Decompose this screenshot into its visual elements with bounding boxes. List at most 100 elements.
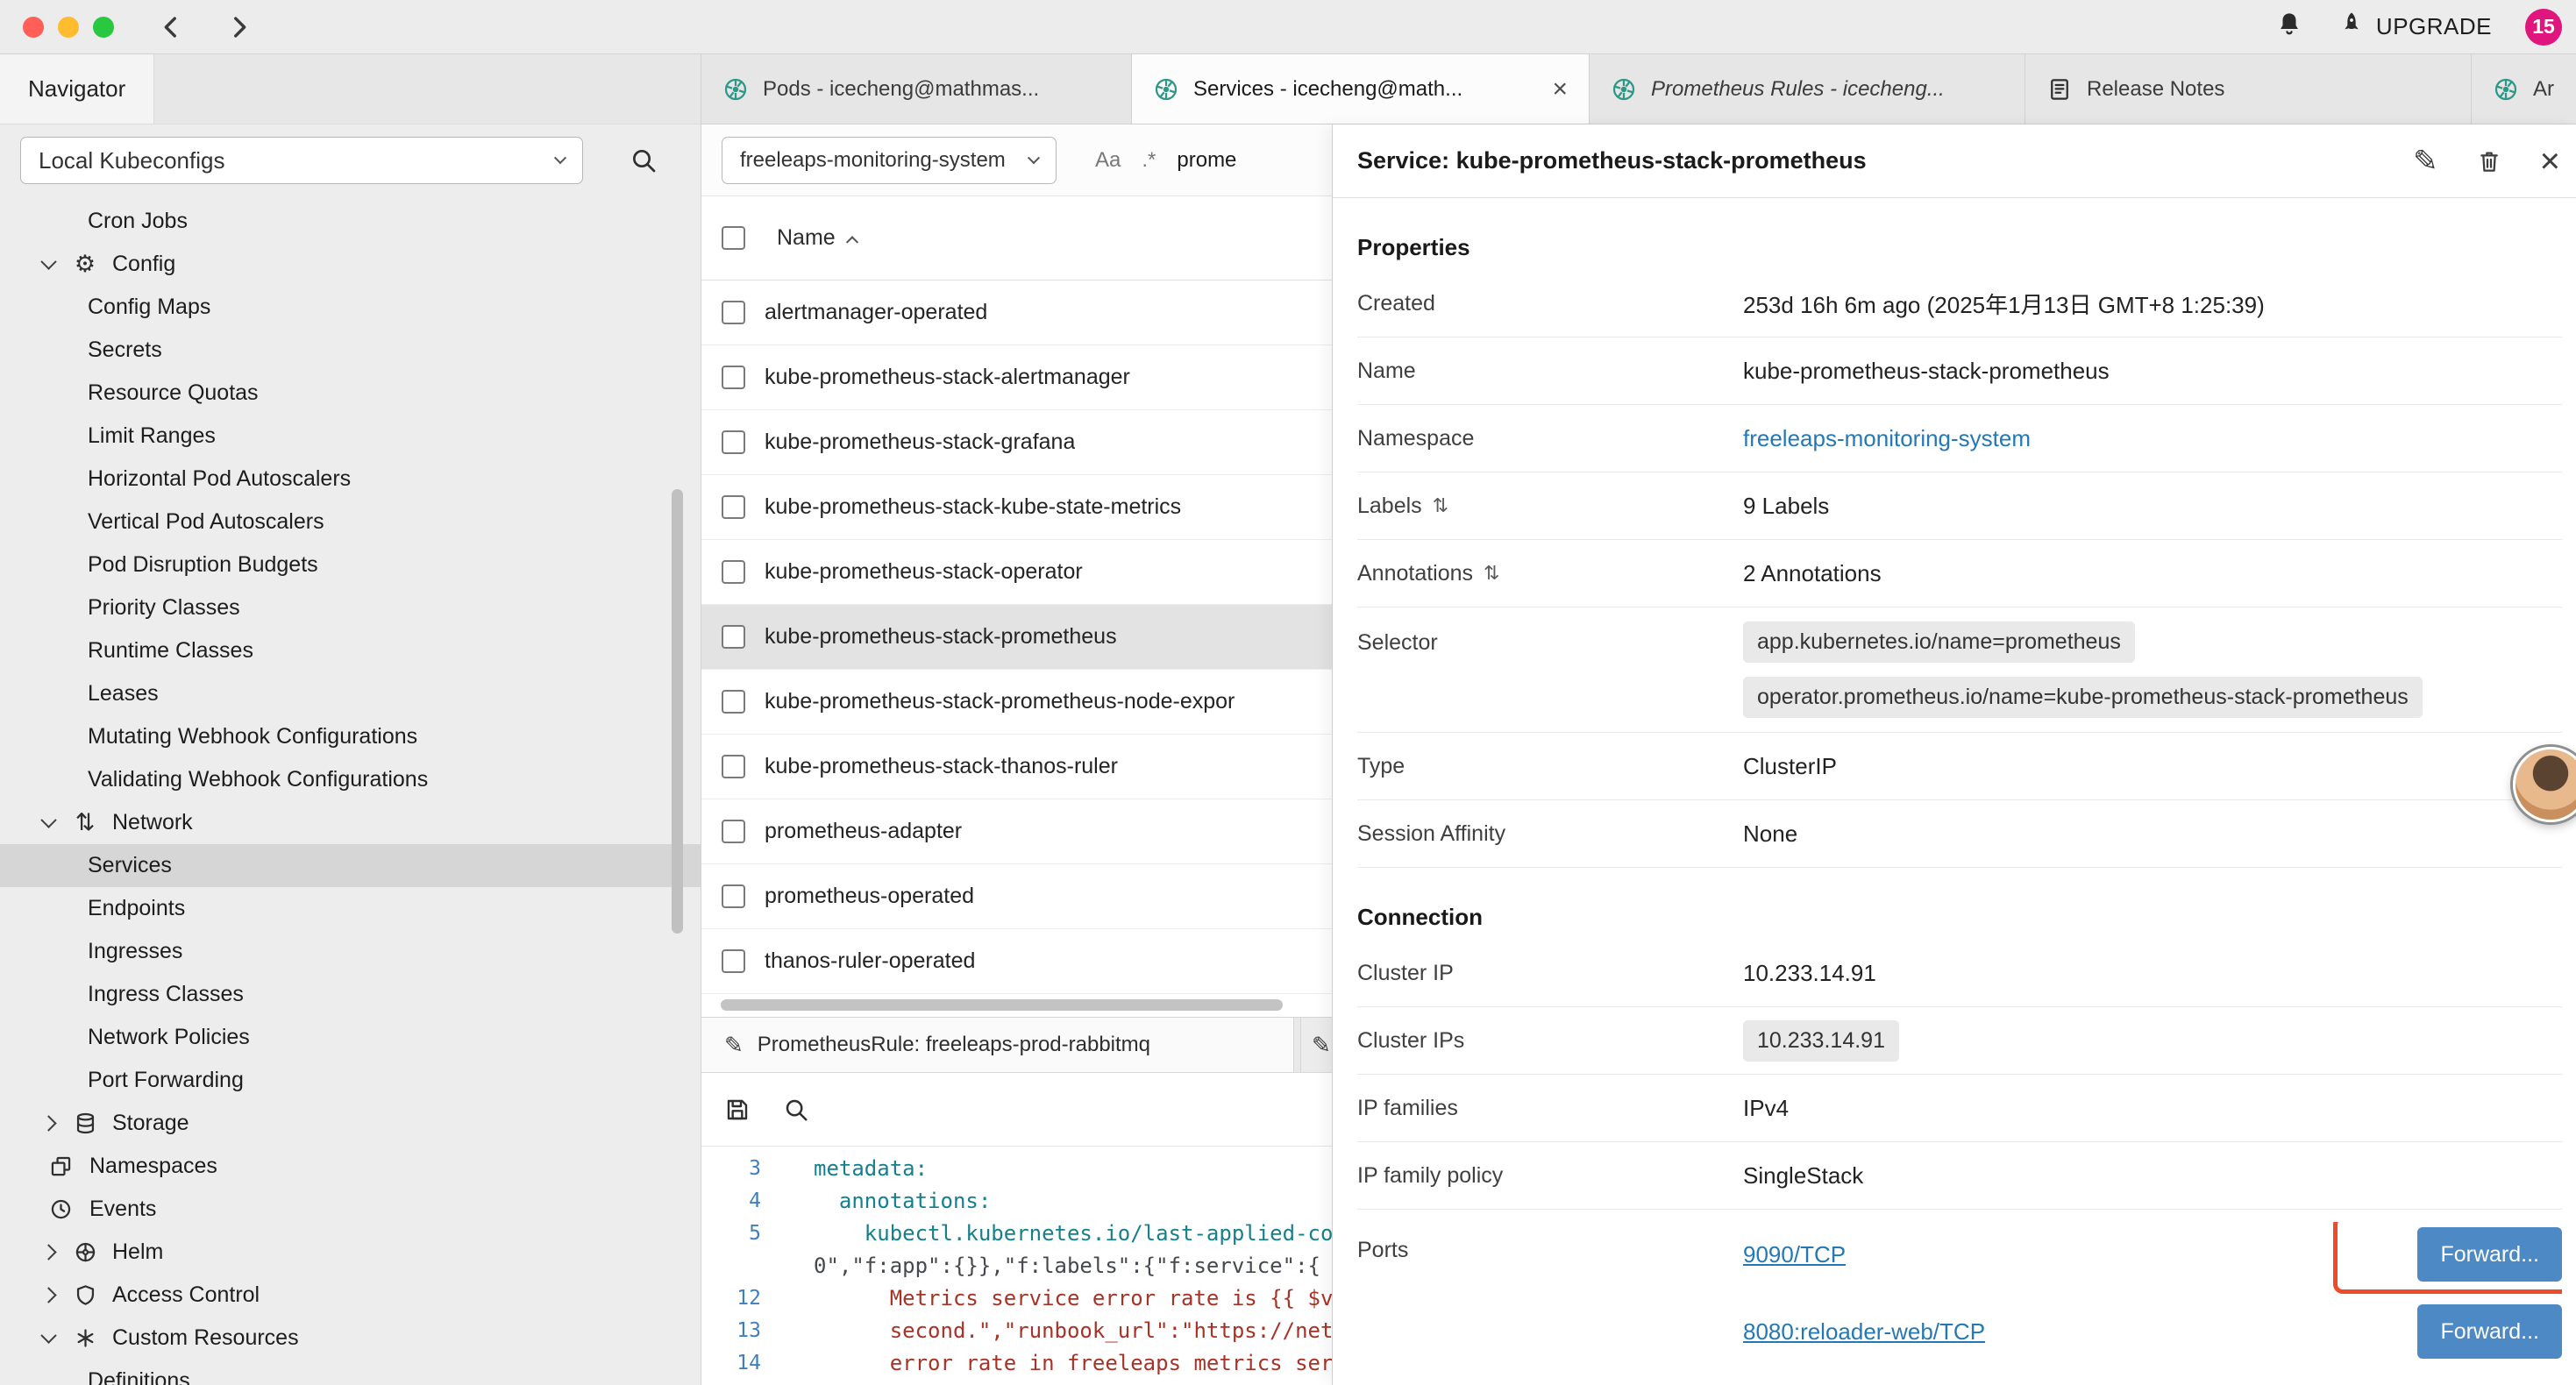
close-icon[interactable]: × xyxy=(1552,76,1568,103)
editor-line: 13 second.","runbook_url":"https://net xyxy=(701,1314,1332,1346)
sidebar-item-ingress-classes[interactable]: Ingress Classes xyxy=(0,973,701,1016)
sidebar-item-access-control[interactable]: Access Control xyxy=(0,1274,701,1317)
table-row[interactable]: kube-prometheus-stack-operator xyxy=(701,540,1332,605)
sidebar-item-network[interactable]: ⇅Network xyxy=(0,801,701,844)
row-checkbox[interactable] xyxy=(722,690,745,714)
sidebar-item-storage[interactable]: Storage xyxy=(0,1102,701,1145)
sidebar-item-definitions[interactable]: Definitions xyxy=(0,1360,701,1385)
custom-resources-icon xyxy=(70,1326,100,1350)
table-row[interactable]: kube-prometheus-stack-thanos-ruler xyxy=(701,735,1332,799)
table-row[interactable]: prometheus-operated xyxy=(701,864,1332,929)
back-button[interactable] xyxy=(156,12,186,42)
table-row[interactable]: kube-prometheus-stack-prometheus-node-ex… xyxy=(701,670,1332,735)
gear-icon: ⚙ xyxy=(70,251,100,278)
forward-button[interactable]: Forward... xyxy=(2417,1227,2562,1282)
table-search-input[interactable]: Aa .* prome xyxy=(1095,148,1236,173)
sidebar-item-cron-jobs[interactable]: Cron Jobs xyxy=(0,200,701,243)
port-link[interactable]: 9090/TCP xyxy=(1743,1241,1846,1268)
minimize-window-button[interactable] xyxy=(58,17,79,38)
table-row[interactable]: alertmanager-operated xyxy=(701,281,1332,345)
bell-icon[interactable] xyxy=(2274,9,2304,45)
sidebar-item-priority-classes[interactable]: Priority Classes xyxy=(0,586,701,629)
table-row[interactable]: thanos-ruler-operated xyxy=(701,929,1332,994)
row-checkbox[interactable] xyxy=(722,301,745,324)
sidebar-item-services[interactable]: Services xyxy=(0,844,701,887)
upgrade-button[interactable]: UPGRADE xyxy=(2338,10,2492,44)
chevron-down-icon xyxy=(554,152,566,164)
column-name[interactable]: Name xyxy=(777,225,836,251)
sidebar-item-custom-resources[interactable]: Custom Resources xyxy=(0,1317,701,1360)
sidebar-item-validating-webhook-configurations[interactable]: Validating Webhook Configurations xyxy=(0,758,701,801)
horizontal-scrollbar[interactable] xyxy=(701,994,1332,1017)
dock-tab-prometheusrule[interactable]: ✎ PrometheusRule: freeleaps-prod-rabbitm… xyxy=(701,1018,1294,1072)
row-checkbox[interactable] xyxy=(722,755,745,778)
row-checkbox[interactable] xyxy=(722,430,745,454)
cluster-ip-badge: 10.233.14.91 xyxy=(1743,1020,1899,1062)
sidebar-item-helm[interactable]: Helm xyxy=(0,1231,701,1274)
table-row[interactable]: prometheus-adapter xyxy=(701,799,1332,864)
row-checkbox[interactable] xyxy=(722,884,745,908)
line-number: 14 xyxy=(701,1352,780,1374)
sidebar-item-ingresses[interactable]: Ingresses xyxy=(0,930,701,973)
delete-button[interactable] xyxy=(2475,147,2503,175)
sidebar-search-button[interactable] xyxy=(630,146,658,174)
tab-prometheus-rules[interactable]: Prometheus Rules - icecheng... xyxy=(1590,54,2025,124)
editor-search-button[interactable] xyxy=(783,1097,809,1123)
namespace-select[interactable]: freeleaps-monitoring-system xyxy=(722,137,1057,184)
namespace-link[interactable]: freeleaps-monitoring-system xyxy=(1743,425,2031,451)
editor-line: 4 annotations: xyxy=(701,1184,1332,1217)
table-row[interactable]: kube-prometheus-stack-alertmanager xyxy=(701,345,1332,410)
match-case-toggle[interactable]: Aa xyxy=(1095,148,1121,173)
tab-services[interactable]: Services - icecheng@math... × xyxy=(1132,54,1590,124)
forward-button[interactable]: Forward... xyxy=(2417,1304,2562,1359)
sidebar-item-mutating-webhook-configurations[interactable]: Mutating Webhook Configurations xyxy=(0,715,701,758)
forward-button[interactable] xyxy=(224,12,254,42)
sidebar-scrollbar[interactable] xyxy=(672,489,683,934)
yaml-editor[interactable]: 3metadata: 4 annotations: 5 kubectl.kube… xyxy=(701,1147,1332,1385)
sidebar-item-namespaces[interactable]: Namespaces xyxy=(0,1145,701,1188)
port-link[interactable]: 8080:reloader-web/TCP xyxy=(1743,1318,1985,1346)
tab-release-notes[interactable]: Release Notes xyxy=(2025,54,2472,124)
regex-toggle[interactable]: .* xyxy=(1142,148,1156,173)
select-all-checkbox[interactable] xyxy=(722,226,745,250)
sidebar-item-pod-disruption-budgets[interactable]: Pod Disruption Budgets xyxy=(0,543,701,586)
sidebar-item-leases[interactable]: Leases xyxy=(0,672,701,715)
kubeconfig-select[interactable]: Local Kubeconfigs xyxy=(20,137,583,184)
sidebar-item-endpoints[interactable]: Endpoints xyxy=(0,887,701,930)
sort-ascending-icon[interactable] xyxy=(846,236,858,248)
row-checkbox[interactable] xyxy=(722,366,745,389)
table-row[interactable]: kube-prometheus-stack-kube-state-metrics xyxy=(701,475,1332,540)
table-row-selected[interactable]: kube-prometheus-stack-prometheus xyxy=(701,605,1332,670)
scrollbar-thumb[interactable] xyxy=(721,999,1283,1011)
chevron-right-icon xyxy=(40,1244,56,1260)
sidebar-item-resource-quotas[interactable]: Resource Quotas xyxy=(0,372,701,415)
row-checkbox[interactable] xyxy=(722,560,745,584)
row-checkbox[interactable] xyxy=(722,625,745,649)
sidebar-item-limit-ranges[interactable]: Limit Ranges xyxy=(0,415,701,458)
edit-button[interactable]: ✎ xyxy=(2413,144,2438,179)
sidebar-item-config-maps[interactable]: Config Maps xyxy=(0,286,701,329)
sidebar-item-config[interactable]: ⚙Config xyxy=(0,243,701,286)
sidebar-item-vertical-pod-autoscalers[interactable]: Vertical Pod Autoscalers xyxy=(0,501,701,543)
zoom-window-button[interactable] xyxy=(93,17,114,38)
sidebar-item-runtime-classes[interactable]: Runtime Classes xyxy=(0,629,701,672)
save-button[interactable] xyxy=(723,1096,751,1124)
tab-pods[interactable]: Pods - icecheng@mathmas... xyxy=(701,54,1132,124)
sidebar-item-secrets[interactable]: Secrets xyxy=(0,329,701,372)
row-checkbox[interactable] xyxy=(722,820,745,843)
notification-badge[interactable]: 15 xyxy=(2525,9,2562,46)
sidebar-item-events[interactable]: Events xyxy=(0,1188,701,1231)
sidebar-item-port-forwarding[interactable]: Port Forwarding xyxy=(0,1059,701,1102)
dock-tab-partial[interactable]: ✎ xyxy=(1300,1018,1332,1072)
table-row[interactable]: kube-prometheus-stack-grafana xyxy=(701,410,1332,475)
expand-sort-icon[interactable]: ⇅ xyxy=(1484,562,1499,585)
expand-sort-icon[interactable]: ⇅ xyxy=(1433,494,1448,517)
close-window-button[interactable] xyxy=(23,17,44,38)
tab-argo[interactable]: Argo Se xyxy=(2472,54,2576,124)
sidebar-item-network-policies[interactable]: Network Policies xyxy=(0,1016,701,1059)
row-checkbox[interactable] xyxy=(722,495,745,519)
row-checkbox[interactable] xyxy=(722,949,745,973)
close-panel-button[interactable]: × xyxy=(2540,144,2560,179)
selector-badge: operator.prometheus.io/name=kube-prometh… xyxy=(1743,677,2423,718)
sidebar-item-horizontal-pod-autoscalers[interactable]: Horizontal Pod Autoscalers xyxy=(0,458,701,501)
